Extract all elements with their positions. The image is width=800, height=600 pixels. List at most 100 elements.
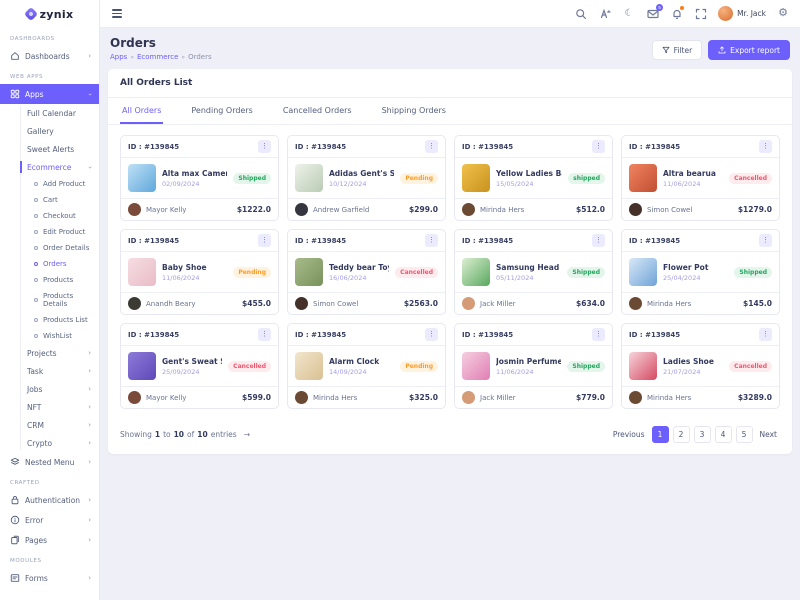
sidebar-item-gallery[interactable]: Gallery [0, 122, 99, 140]
pages-icon [10, 535, 20, 545]
order-menu-button[interactable]: ⋮ [258, 328, 271, 341]
buyer-name: Jack Miller [480, 394, 516, 402]
sidebar-item-dashboards[interactable]: Dashboards › [0, 46, 99, 66]
sidebar-item-add-product[interactable]: Add Product [0, 176, 99, 192]
order-date: 25/09/2024 [162, 368, 222, 376]
search-button[interactable] [574, 7, 588, 21]
sidebar-item-sweet-alerts[interactable]: Sweet Alerts [0, 140, 99, 158]
sidebar-item-checkout[interactable]: Checkout [0, 208, 99, 224]
order-menu-button[interactable]: ⋮ [592, 328, 605, 341]
sidebar-item-pages[interactable]: Pages › [0, 530, 99, 550]
grid-icon [10, 89, 20, 99]
buyer-avatar [629, 391, 642, 404]
export-report-button[interactable]: Export report [708, 40, 790, 60]
tab-all-orders[interactable]: All Orders [120, 98, 163, 124]
status-badge: Shipped [567, 361, 605, 372]
sidebar-item-authentication[interactable]: Authentication › [0, 490, 99, 510]
arrow-right-icon[interactable]: → [244, 430, 250, 439]
sidebar-item-error[interactable]: Error › [0, 510, 99, 530]
order-menu-button[interactable]: ⋮ [759, 140, 772, 153]
pagination-page-3[interactable]: 3 [694, 426, 711, 443]
sidebar-item-jobs[interactable]: Jobs› [0, 380, 99, 398]
status-badge: Pending [400, 173, 438, 184]
product-name: Teddy bear Toy [329, 263, 389, 272]
order-price: $2563.0 [404, 299, 438, 308]
pagination-page-4[interactable]: 4 [715, 426, 732, 443]
sidebar-item-orders[interactable]: Orders [0, 256, 99, 272]
sidebar-item-label: Add Product [43, 180, 85, 188]
order-card: ID : #139845⋮ Samsung Head Set05/11/2024… [454, 229, 613, 315]
product-name: Ladies Shoe [663, 357, 723, 366]
sidebar-item-full-calendar[interactable]: Full Calendar [0, 104, 99, 122]
moon-icon: ☾ [625, 9, 634, 19]
buyer-avatar [128, 203, 141, 216]
product-image [295, 164, 323, 192]
sidebar-item-projects[interactable]: Projects› [0, 344, 99, 362]
order-menu-button[interactable]: ⋮ [258, 234, 271, 247]
user-avatar [718, 6, 733, 21]
tab-shipping-orders[interactable]: Shipping Orders [380, 98, 448, 124]
order-menu-button[interactable]: ⋮ [759, 328, 772, 341]
pagination-page-1[interactable]: 1 [652, 426, 669, 443]
pagination-page-2[interactable]: 2 [673, 426, 690, 443]
breadcrumb-apps[interactable]: Apps [110, 53, 127, 61]
sidebar-item-order-details[interactable]: Order Details [0, 240, 99, 256]
sidebar-item-label: CRM [27, 421, 44, 430]
sidebar-item-crypto[interactable]: Crypto› [0, 434, 99, 452]
order-menu-button[interactable]: ⋮ [425, 234, 438, 247]
order-menu-button[interactable]: ⋮ [592, 140, 605, 153]
navbar-actions: ☾ 5 Mr. Jack ⚙ [574, 6, 790, 21]
sidebar-item-ecommerce[interactable]: Ecommerce › [0, 158, 99, 176]
brand[interactable]: zynix [0, 0, 99, 28]
sidebar-item-cart[interactable]: Cart [0, 192, 99, 208]
filter-button[interactable]: Filter [652, 40, 703, 60]
menu-toggle-icon[interactable] [110, 7, 124, 19]
bullet-icon [34, 198, 38, 202]
bullet-icon [34, 262, 38, 266]
buyer-name: Simon Cowel [313, 300, 358, 308]
pagination-next[interactable]: Next [757, 426, 780, 443]
buyer-name: Mayor Kelly [146, 206, 186, 214]
order-menu-button[interactable]: ⋮ [425, 328, 438, 341]
translate-button[interactable] [598, 7, 612, 21]
dark-mode-button[interactable]: ☾ [622, 7, 636, 21]
user-menu[interactable]: Mr. Jack [718, 6, 766, 21]
sidebar-item-wishlist[interactable]: WishList [0, 328, 99, 344]
sidebar-item-edit-product[interactable]: Edit Product [0, 224, 99, 240]
order-menu-button[interactable]: ⋮ [258, 140, 271, 153]
order-date: 10/12/2024 [329, 180, 394, 188]
sidebar-item-products-details[interactable]: Products Details [0, 288, 99, 312]
sidebar-item-nft[interactable]: NFT› [0, 398, 99, 416]
order-date: 11/06/2024 [663, 180, 723, 188]
sidebar-item-label: Forms [25, 574, 48, 583]
sidebar-item-nested-menu[interactable]: Nested Menu › [0, 452, 99, 472]
fullscreen-button[interactable] [694, 7, 708, 21]
breadcrumb-ecommerce[interactable]: Ecommerce [137, 53, 178, 61]
sidebar-item-forms[interactable]: Forms › [0, 568, 99, 588]
notifications-button[interactable] [670, 7, 684, 21]
product-image [295, 352, 323, 380]
bullet-icon [34, 334, 38, 338]
buyer-avatar [629, 297, 642, 310]
settings-button[interactable]: ⚙ [776, 7, 790, 21]
tab-pending-orders[interactable]: Pending Orders [189, 98, 254, 124]
order-menu-button[interactable]: ⋮ [592, 234, 605, 247]
pagination-page-5[interactable]: 5 [736, 426, 753, 443]
order-menu-button[interactable]: ⋮ [425, 140, 438, 153]
sidebar-item-apps[interactable]: Apps › [0, 84, 99, 104]
ecommerce-submenu: Add Product Cart Checkout Edit Product O… [0, 176, 99, 344]
sidebar-item-crm[interactable]: CRM› [0, 416, 99, 434]
order-menu-button[interactable]: ⋮ [759, 234, 772, 247]
sidebar-item-products[interactable]: Products [0, 272, 99, 288]
sidebar-item-products-list[interactable]: Products List [0, 312, 99, 328]
product-image [629, 352, 657, 380]
sidebar-item-task[interactable]: Task› [0, 362, 99, 380]
messages-button[interactable]: 5 [646, 7, 660, 21]
brand-logo-icon [24, 7, 38, 21]
tab-cancelled-orders[interactable]: Cancelled Orders [281, 98, 354, 124]
buyer-avatar [462, 203, 475, 216]
order-id: ID : #139845 [295, 331, 346, 339]
lock-icon [10, 495, 20, 505]
order-id: ID : #139845 [629, 331, 680, 339]
pagination-previous[interactable]: Previous [610, 426, 648, 443]
